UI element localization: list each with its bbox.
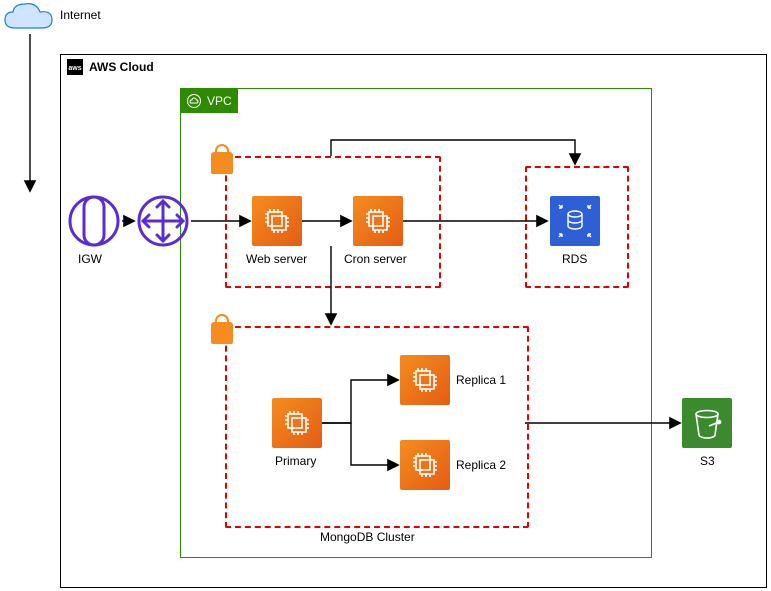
connectors	[0, 0, 771, 591]
architecture-diagram: Internet aws AWS Cloud VPC IGW	[0, 0, 771, 591]
